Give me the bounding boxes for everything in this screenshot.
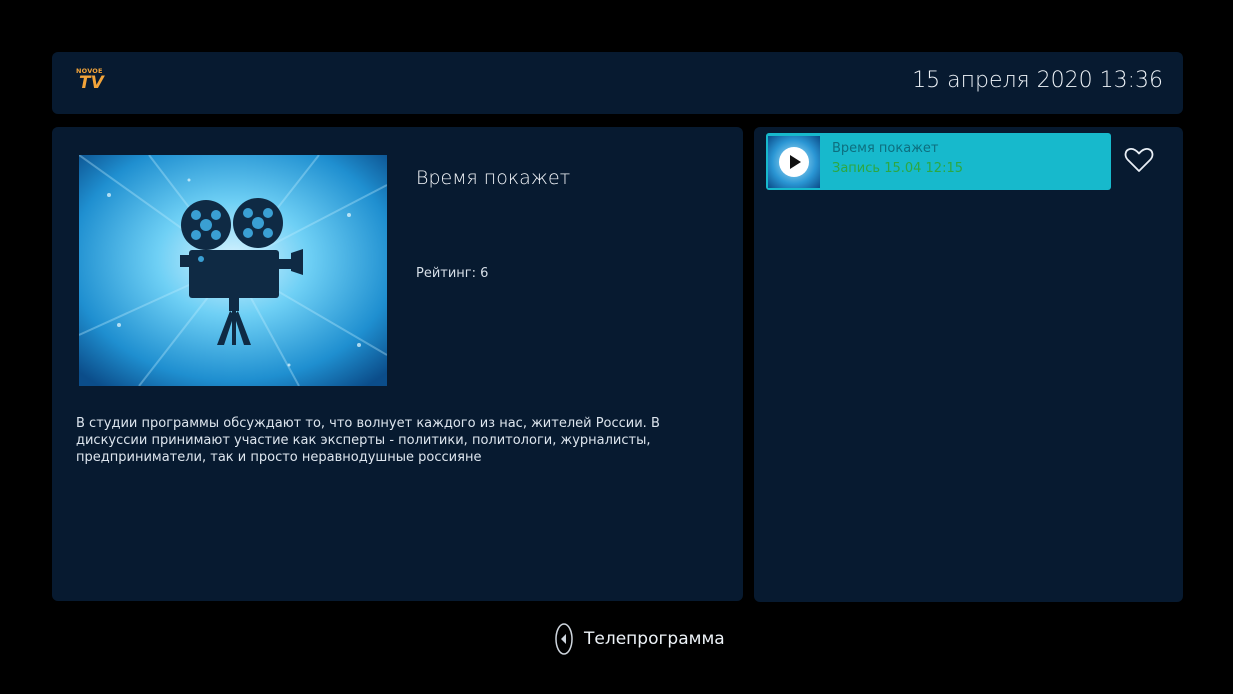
play-icon[interactable] [778, 146, 810, 178]
top-bar: NOVOE TV 15 апреля 2020 13:36 [52, 52, 1183, 114]
program-description: В студии программы обсуждают то, что вол… [76, 416, 660, 465]
footer-label: Телепрограмма [584, 629, 725, 649]
recording-time: Запись 15.04 12:15 [832, 161, 964, 176]
program-title: Время покажет [416, 167, 571, 189]
heart-icon[interactable] [1124, 145, 1154, 175]
program-poster [79, 155, 387, 386]
film-projector-icon [79, 155, 387, 386]
recordings-panel: Время покажет Запись 15.04 12:15 [754, 127, 1183, 602]
recording-item[interactable]: Время покажет Запись 15.04 12:15 [766, 133, 1111, 190]
program-rating: Рейтинг: 6 [416, 266, 489, 281]
recording-thumbnail [768, 136, 820, 188]
novoe-tv-logo: NOVOE TV [76, 68, 106, 94]
date-time: 15 апреля 2020 13:36 [912, 68, 1163, 93]
program-details-panel: Время покажет Рейтинг: 6 В студии програ… [52, 127, 743, 601]
footer-hint[interactable]: Телепрограмма [554, 622, 725, 656]
remote-back-icon [555, 623, 573, 655]
logo-main-text: TV [79, 73, 104, 93]
recording-title: Время покажет [832, 141, 939, 156]
